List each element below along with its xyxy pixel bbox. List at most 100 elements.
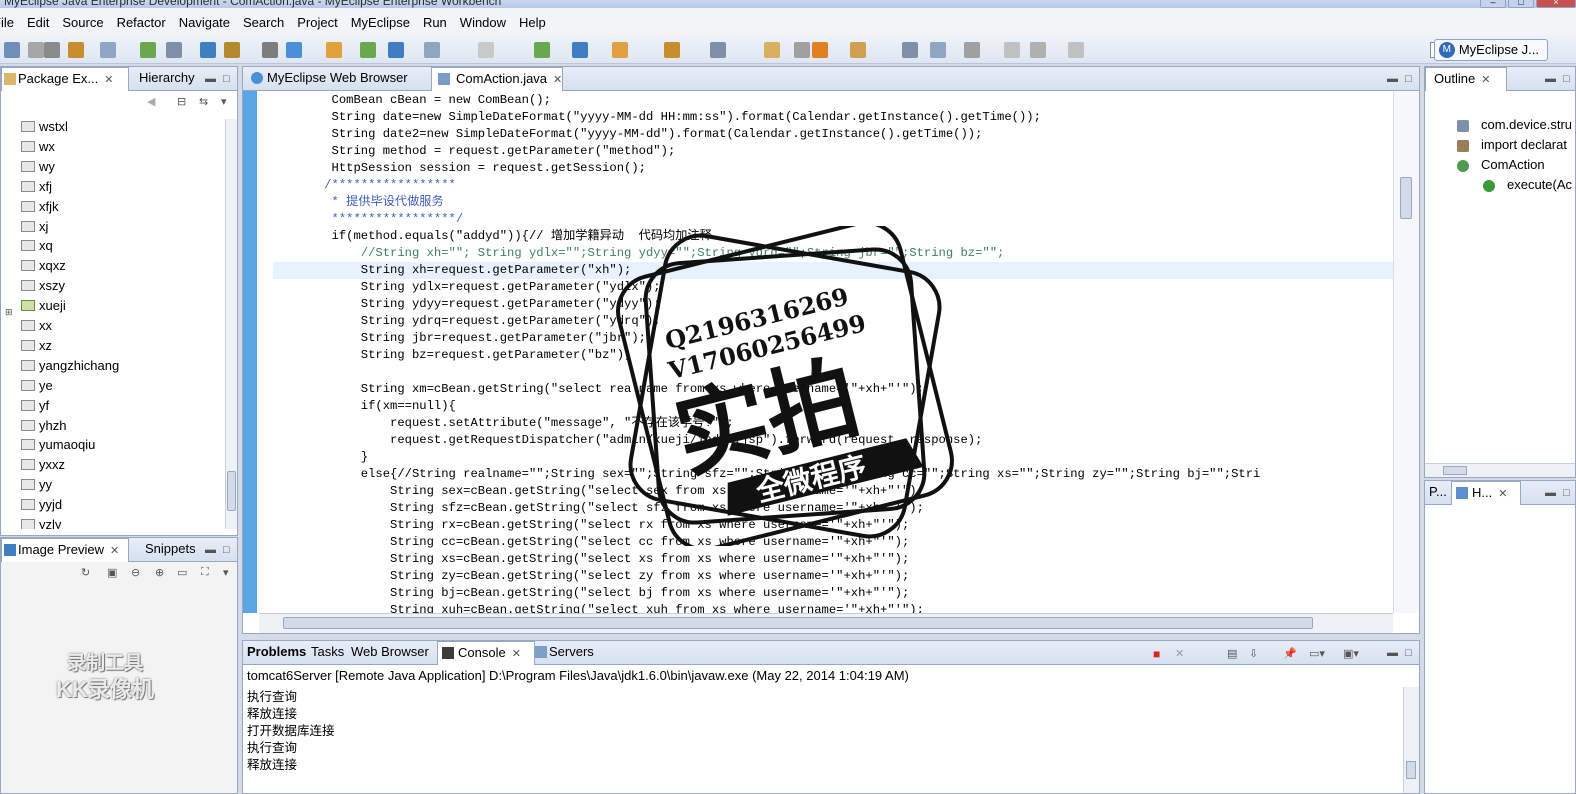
menu-file[interactable]: File [0, 15, 21, 30]
close-icon[interactable]: ✕ [110, 545, 119, 557]
zoom-out-icon[interactable]: ⊖ [131, 566, 140, 579]
toolbar-button-icon[interactable] [224, 42, 240, 58]
toolbar-button-icon[interactable] [68, 42, 84, 58]
toolbar-button-icon[interactable] [424, 42, 440, 58]
menu-navigate[interactable]: Navigate [173, 15, 237, 30]
console-output[interactable]: 执行查询 释放连接 打开数据库连接 执行查询 释放连接 [243, 687, 1403, 793]
close-icon[interactable]: ✕ [553, 74, 562, 86]
menu-myeclipse[interactable]: MyEclipse [345, 15, 417, 30]
minimize-view-icon[interactable]: ▬ [205, 73, 216, 85]
toolbar-button-icon[interactable] [326, 42, 342, 58]
perspective-switcher[interactable]: M MyEclipse J... [1433, 39, 1548, 61]
minimize-view-icon[interactable]: ▬ [1545, 73, 1556, 85]
terminate-icon[interactable]: ■ [1153, 647, 1160, 661]
toolbar-button-icon[interactable] [4, 42, 20, 58]
toolbar-button-icon[interactable] [286, 42, 302, 58]
menu-help[interactable]: Help [513, 15, 553, 30]
close-icon[interactable]: ✕ [104, 74, 113, 86]
tab-myeclipse-web-browser[interactable]: MyEclipse Web Browser [247, 67, 412, 91]
toolbar-button-icon[interactable] [1030, 42, 1046, 58]
menu-edit[interactable]: Edit [21, 15, 56, 30]
maximize-view-icon[interactable]: □ [1563, 73, 1570, 85]
minimize-view-icon[interactable]: ▬ [1387, 73, 1398, 85]
toolbar-button-icon[interactable] [140, 42, 156, 58]
toolbar-button-icon[interactable] [764, 42, 780, 58]
clear-console-icon[interactable]: ▤ [1227, 647, 1237, 660]
toolbar-button-icon[interactable] [710, 42, 726, 58]
toolbar-button-icon[interactable] [664, 42, 680, 58]
toolbar-button-icon[interactable] [200, 42, 216, 58]
close-icon[interactable]: ✕ [512, 648, 521, 660]
minimize-button[interactable]: – [1480, 0, 1506, 8]
fit-image-icon[interactable]: ▣ [107, 566, 117, 579]
menu-search[interactable]: Search [237, 15, 291, 30]
tab-snippets[interactable]: Snippets [129, 538, 200, 562]
refresh-icon[interactable]: ↻ [81, 566, 90, 579]
maximize-view-icon[interactable]: □ [223, 73, 230, 85]
close-button[interactable]: × [1536, 0, 1576, 8]
toolbar-button-icon[interactable] [902, 42, 918, 58]
tab-image-preview[interactable]: Image Preview ✕ [1, 538, 129, 562]
tab-problems[interactable]: Problems [243, 641, 310, 665]
tab-console[interactable]: Console ✕ [437, 641, 535, 665]
outline-scrollbar[interactable] [1425, 463, 1575, 477]
code-editor[interactable]: ComBean cBean = new ComBean(); String da… [259, 91, 1393, 613]
menu-source[interactable]: Source [56, 15, 110, 30]
toolbar-button-icon[interactable] [478, 42, 494, 58]
menu-refactor[interactable]: Refactor [111, 15, 173, 30]
maximize-view-icon[interactable]: □ [1405, 73, 1412, 85]
remove-launch-icon[interactable]: ✕ [1175, 647, 1184, 660]
expand-icon[interactable]: ⊞ [5, 302, 13, 322]
toolbar-button-icon[interactable] [850, 42, 866, 58]
close-icon[interactable]: ✕ [1481, 74, 1490, 86]
display-console-icon[interactable]: ▭▾ [1309, 647, 1325, 660]
toolbar-button-icon[interactable] [930, 42, 946, 58]
tab-outline[interactable]: Outline ✕ [1425, 67, 1507, 91]
menu-run[interactable]: Run [417, 15, 454, 30]
tab-package-explorer[interactable]: Package Ex... ✕ [1, 67, 129, 91]
menu-project[interactable]: Project [291, 15, 344, 30]
minimize-view-icon[interactable]: ▬ [1545, 487, 1556, 499]
tab-web-browser[interactable]: Web Browser [347, 641, 433, 665]
close-icon[interactable]: ✕ [1498, 488, 1507, 500]
toolbar-button-icon[interactable] [1004, 42, 1020, 58]
toolbar-button-icon[interactable] [360, 42, 376, 58]
pin-console-icon[interactable]: 📌 [1283, 647, 1297, 660]
toolbar-button-icon[interactable] [794, 42, 810, 58]
toolbar-button-icon[interactable] [44, 42, 60, 58]
toolbar-button-icon[interactable] [812, 42, 828, 58]
menu-window[interactable]: Window [454, 15, 513, 30]
minimize-view-icon[interactable]: ▬ [1387, 647, 1398, 659]
tab-hierarchy-view[interactable]: H... ✕ [1451, 481, 1521, 505]
tab-servers[interactable]: Servers [533, 641, 598, 665]
toolbar-button-icon[interactable] [572, 42, 588, 58]
tab-tasks[interactable]: Tasks [307, 641, 348, 665]
editor-horizontal-scrollbar[interactable] [259, 613, 1393, 633]
toolbar-button-icon[interactable] [534, 42, 550, 58]
toolbar-button-icon[interactable] [1068, 42, 1084, 58]
toolbar-button-icon[interactable] [28, 42, 44, 58]
maximize-view-icon[interactable]: □ [223, 544, 230, 556]
maximize-view-icon[interactable]: □ [1405, 647, 1412, 659]
toolbar-button-icon[interactable] [100, 42, 116, 58]
maximize-button[interactable]: □ [1508, 0, 1534, 8]
view-menu-icon[interactable]: ▾ [223, 566, 229, 579]
toolbar-button-icon[interactable] [166, 42, 182, 58]
tab-hierarchy[interactable]: Hierarchy [123, 67, 199, 91]
toolbar-button-icon[interactable] [262, 42, 278, 58]
maximize-view-icon[interactable]: □ [1563, 487, 1570, 499]
console-scrollbar[interactable] [1403, 687, 1419, 793]
tab-properties[interactable]: P... [1425, 481, 1451, 505]
actual-size-icon[interactable]: ▭ [177, 566, 187, 579]
scroll-lock-icon[interactable]: ⇩ [1249, 647, 1258, 660]
toolbar-button-icon[interactable] [964, 42, 980, 58]
toolbar-button-icon[interactable] [388, 42, 404, 58]
minimize-view-icon[interactable]: ▬ [205, 544, 216, 556]
zoom-in-icon[interactable]: ⊕ [155, 566, 164, 579]
open-console-icon[interactable]: ▣▾ [1343, 647, 1359, 660]
toolbar-button-icon[interactable] [612, 42, 628, 58]
tab-comaction-java[interactable]: ComAction.java ✕ [431, 67, 563, 91]
fullscreen-icon[interactable]: ⛶ [201, 566, 209, 579]
package-tree-scrollbar[interactable] [225, 119, 237, 529]
editor-vertical-scrollbar[interactable] [1393, 91, 1419, 613]
